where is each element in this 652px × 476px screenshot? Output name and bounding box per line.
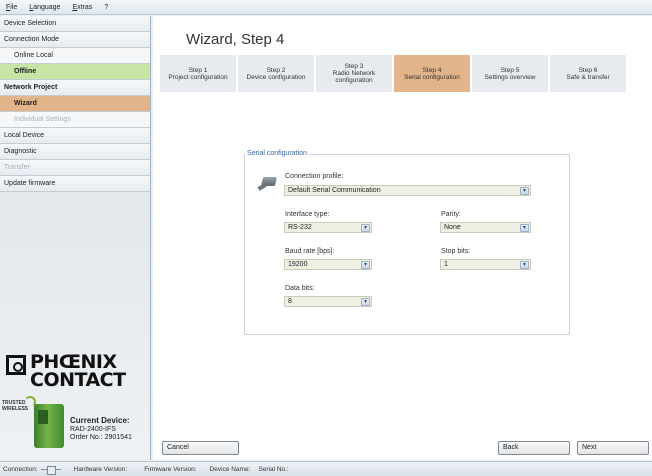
status-hardware-version: Hardware Version:	[73, 465, 128, 473]
step-label: Device configuration	[246, 73, 306, 81]
step-label: Safe & transfer	[566, 73, 610, 81]
stop-bits-select[interactable]: 1 ▾	[440, 259, 531, 270]
back-button[interactable]: Back	[498, 441, 570, 455]
step-1[interactable]: Step 1 Project configuration	[160, 55, 236, 92]
step-number: Step 6	[578, 66, 598, 74]
chevron-down-icon[interactable]: ▾	[361, 224, 370, 232]
sidebar-item-update-firmware[interactable]: Update firmware	[0, 176, 150, 192]
step-2[interactable]: Step 2 Device configuration	[238, 55, 314, 92]
step-label: Serial configuration	[404, 73, 460, 81]
sidebar-item-diagnostic[interactable]: Diagnostic	[0, 144, 150, 160]
chevron-down-icon[interactable]: ▾	[361, 298, 370, 306]
menu-bar: File Language Extras ?	[0, 0, 652, 15]
logo-mark-icon	[6, 355, 26, 375]
main-panel: Wizard, Step 4 Step 1 Project configurat…	[153, 16, 652, 460]
next-button[interactable]: Next	[577, 441, 649, 455]
page-title: Wizard, Step 4	[186, 31, 285, 48]
chevron-down-icon[interactable]: ▾	[361, 261, 370, 269]
data-bits-select[interactable]: 8 ▾	[284, 296, 372, 307]
step-label: Project configuration	[168, 73, 228, 81]
current-device-order: Order No.: 2901541	[70, 434, 132, 441]
sidebar-item-connection-mode[interactable]: Connection Mode	[0, 32, 150, 48]
serial-cable-icon	[258, 177, 278, 191]
chevron-down-icon[interactable]: ▾	[520, 224, 529, 232]
current-device-title: Current Device:	[70, 416, 130, 425]
parity-select[interactable]: None ▾	[440, 222, 531, 233]
parity-label: Parity:	[441, 211, 461, 218]
chevron-down-icon[interactable]: ▾	[520, 261, 529, 269]
step-number: Step 1	[188, 66, 208, 74]
status-connection-label: Connection:	[3, 465, 38, 473]
chevron-down-icon[interactable]: ▾	[520, 187, 529, 195]
parity-value: None	[444, 224, 461, 231]
step-6[interactable]: Step 6 Safe & transfer	[550, 55, 626, 92]
interface-type-label: Interface type:	[285, 211, 330, 218]
device-image	[34, 404, 64, 448]
stop-bits-label: Stop bits:	[441, 248, 471, 255]
data-bits-label: Data bits:	[285, 285, 315, 292]
status-serial-no: Serial No.:	[258, 465, 289, 473]
step-number: Step 2	[266, 66, 286, 74]
phoenix-contact-logo: PHŒNIX CONTACT	[6, 351, 148, 397]
status-bar: Connection: Hardware Version: Firmware V…	[0, 461, 652, 476]
menu-extras[interactable]: Extras	[72, 4, 92, 11]
step-number: Step 5	[500, 66, 520, 74]
sidebar-item-wizard[interactable]: Wizard	[0, 96, 150, 112]
connection-plug-icon	[40, 465, 61, 475]
sidebar-item-network-project[interactable]: Network Project	[0, 80, 150, 96]
menu-help[interactable]: ?	[104, 4, 108, 11]
step-number: Step 3	[344, 63, 364, 70]
data-bits-value: 8	[288, 298, 292, 305]
current-device-model: RAD-2400-IFS	[70, 426, 116, 433]
sidebar-item-transfer: Transfer	[0, 160, 150, 176]
interface-type-value: RS-232	[288, 224, 312, 231]
status-device-name: Device Name:	[209, 465, 251, 473]
stop-bits-value: 1	[444, 261, 448, 268]
serial-configuration-group: Serial configuration Connection profile:…	[244, 150, 570, 335]
interface-type-select[interactable]: RS-232 ▾	[284, 222, 372, 233]
baud-rate-label: Baud rate [bps]:	[285, 248, 335, 255]
step-label: Settings overview	[484, 73, 536, 81]
sidebar-item-device-selection[interactable]: Device Selection	[0, 16, 150, 32]
cancel-button[interactable]: Cancel	[162, 441, 239, 455]
sidebar-item-online-local[interactable]: Online Local	[0, 48, 150, 64]
baud-rate-value: 19200	[288, 261, 308, 268]
step-5[interactable]: Step 5 Settings overview	[472, 55, 548, 92]
step-3[interactable]: Step 3 Radio Network configuration	[316, 55, 392, 92]
status-firmware-version: Firmware Version:	[144, 465, 197, 473]
logo-text: PHŒNIX CONTACT	[30, 351, 126, 391]
step-4[interactable]: Step 4 Serial configuration	[394, 55, 470, 92]
connection-profile-value: Default Serial Communication	[288, 187, 381, 194]
wizard-steps: Step 1 Project configuration Step 2 Devi…	[160, 55, 626, 92]
connection-profile-select[interactable]: Default Serial Communication ▾	[284, 185, 531, 196]
baud-rate-select[interactable]: 19200 ▾	[284, 259, 372, 270]
menu-file[interactable]: File	[6, 4, 17, 11]
step-label: Radio Network configuration	[332, 70, 376, 84]
menu-language[interactable]: Language	[29, 4, 60, 11]
current-device-panel: TRUSTED WIRELESS Current Device: RAD-2400…	[0, 394, 150, 460]
connection-profile-label: Connection profile:	[285, 173, 344, 180]
group-title: Serial configuration	[245, 150, 309, 157]
step-number: Step 4	[422, 66, 442, 74]
sidebar-item-offline[interactable]: Offline	[0, 64, 150, 80]
sidebar-item-individual-settings: Individual Settings	[0, 112, 150, 128]
sidebar-item-local-device[interactable]: Local Device	[0, 128, 150, 144]
